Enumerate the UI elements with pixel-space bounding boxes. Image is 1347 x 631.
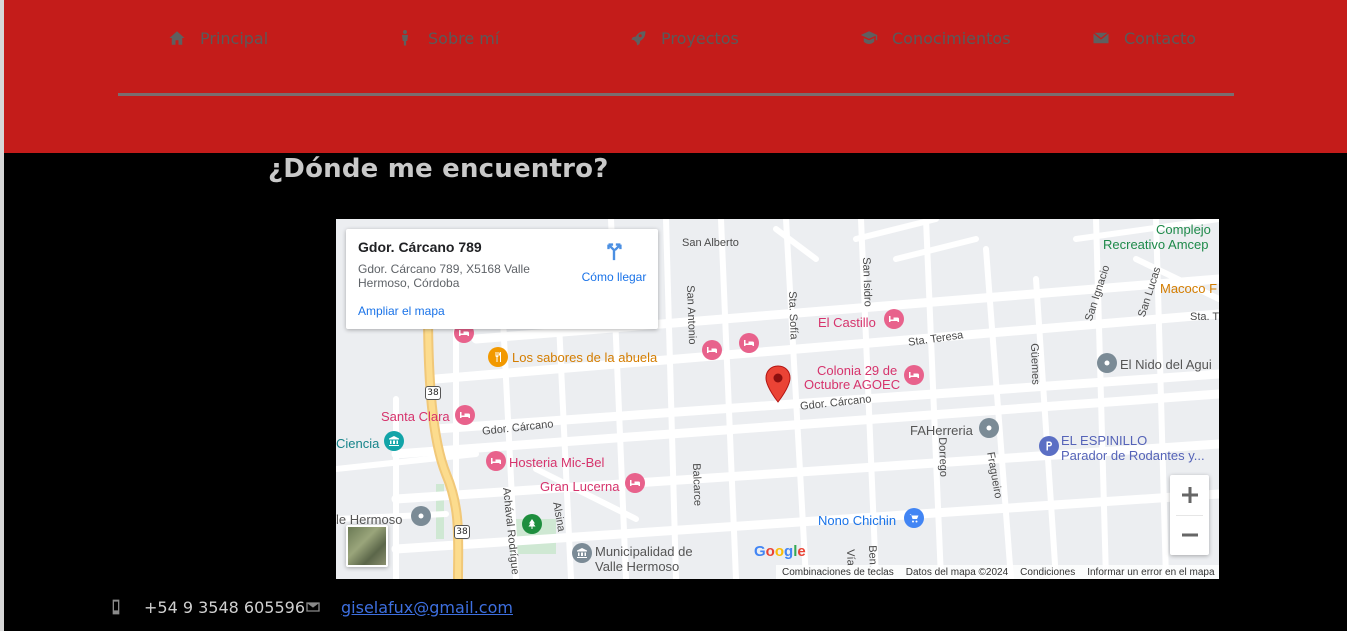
envelope-icon (1093, 32, 1109, 44)
road-label: Dorrego (936, 437, 950, 478)
parking-icon[interactable] (1039, 436, 1059, 456)
road-label: San Isidro (860, 257, 874, 307)
poi-label[interactable]: Los sabores de la abuela (512, 350, 657, 365)
directions-label: Cómo llegar (581, 270, 647, 284)
poi-label[interactable]: EL ESPINILLO (1061, 433, 1147, 448)
google-logo: Google (754, 543, 806, 560)
person-icon (402, 30, 408, 46)
place-info-card: Gdor. Cárcano 789 Gdor. Cárcano 789, X51… (346, 229, 658, 329)
road-label: Güemes (1028, 343, 1042, 385)
place-address: Gdor. Cárcano 789, X5168 Valle Hermoso, … (358, 262, 530, 290)
place-title: Gdor. Cárcano 789 (358, 239, 482, 255)
poi-label[interactable]: Octubre AGOEC (804, 377, 900, 392)
road-label: Vía (844, 549, 857, 566)
satellite-toggle[interactable] (346, 525, 388, 567)
embedded-map[interactable]: San Alberto Sta. Teresa Sta. T Gdor. Cár… (336, 219, 1219, 579)
poi-label[interactable]: El Castillo (818, 315, 876, 330)
nav-item-sobre-mi[interactable]: Sobre mí (396, 22, 499, 54)
road-label: Balcarce (690, 463, 704, 507)
nav-divider (118, 93, 1234, 96)
nav-item-principal[interactable]: Principal (168, 22, 268, 54)
hotel-icon[interactable] (455, 405, 475, 425)
zoom-out-button[interactable] (1170, 515, 1209, 555)
poi-label[interactable]: Macoco F (1160, 281, 1217, 296)
road-label: San Alberto (682, 237, 739, 249)
footer-email: giselafux@gmail.com (305, 596, 513, 618)
poi-label[interactable]: Recreativo Amcep (1103, 237, 1209, 252)
report-error-link[interactable]: Informar un error en el mapa (1081, 567, 1219, 578)
hotel-icon[interactable] (904, 365, 924, 385)
poi-label[interactable]: Municipalidad de (595, 544, 693, 559)
place-pin-icon[interactable] (1097, 353, 1117, 373)
enlarge-map-link[interactable]: Ampliar el mapa (358, 304, 445, 318)
envelope-icon (306, 602, 320, 612)
poi-label[interactable]: Ciencia (336, 436, 379, 451)
nav-item-contacto[interactable]: Contacto (1092, 22, 1196, 54)
nav-label: Sobre mí (428, 28, 500, 48)
main-nav: Principal Sobre mí Proyectos Conocimient… (4, 22, 1347, 54)
route-shield: 38 (454, 525, 470, 539)
poi-label[interactable]: FAHerreria (910, 423, 973, 438)
poi-label[interactable]: Colonia 29 de (817, 363, 897, 378)
nav-item-conocimientos[interactable]: Conocimientos (860, 22, 1011, 54)
nav-label: Contacto (1124, 28, 1197, 48)
poi-label[interactable]: Valle Hermoso (595, 559, 679, 574)
plus-icon (1181, 487, 1198, 503)
nav-label: Proyectos (661, 28, 739, 48)
mobile-phone-icon (112, 599, 120, 615)
phone-number: +54 9 3548 605596 (144, 597, 305, 617)
road-label: Sta. Sofía (786, 291, 800, 340)
road-label: San Antonio (684, 285, 699, 345)
hotel-icon[interactable] (625, 473, 645, 493)
route-shield: 38 (425, 386, 441, 400)
museum-icon[interactable] (384, 431, 404, 451)
nav-item-proyectos[interactable]: Proyectos (629, 22, 739, 54)
map-data-text: Datos del mapa ©2024 (905, 566, 1009, 578)
nav-label: Principal (200, 28, 269, 48)
poi-label[interactable]: Hosteria Mic-Bel (509, 455, 604, 470)
hotel-icon[interactable] (739, 333, 759, 353)
restaurant-icon[interactable] (488, 347, 508, 367)
poi-label[interactable]: Gran Lucerna (540, 479, 620, 494)
poi-label[interactable]: Complejo (1156, 222, 1211, 237)
hotel-icon[interactable] (884, 309, 904, 329)
header: Principal Sobre mí Proyectos Conocimient… (4, 0, 1347, 153)
road-label: Sta. T (1190, 311, 1219, 323)
footer-phone: +54 9 3548 605596 (108, 596, 305, 618)
rocket-icon (631, 31, 646, 46)
hotel-icon[interactable] (702, 340, 722, 360)
hotel-icon[interactable] (486, 451, 506, 471)
directions-button[interactable]: Cómo llegar (574, 239, 654, 284)
place-pin-icon[interactable] (979, 418, 999, 438)
terms-link[interactable]: Condiciones (1014, 567, 1081, 578)
email-link[interactable]: giselafux@gmail.com (341, 598, 513, 617)
park-icon[interactable] (522, 514, 542, 534)
poi-label[interactable]: Parador de Rodantes y... (1061, 448, 1205, 463)
poi-label[interactable]: Santa Clara (381, 409, 450, 424)
zoom-controls (1170, 475, 1209, 555)
map-attribution: Combinaciones de teclas Datos del mapa ©… (776, 565, 1219, 579)
zoom-in-button[interactable] (1170, 475, 1209, 515)
poi-label[interactable]: El Nido del Agui (1120, 357, 1212, 372)
directions-icon (607, 243, 622, 261)
location-pin-icon[interactable] (764, 365, 792, 403)
keyboard-shortcuts-link[interactable]: Combinaciones de teclas (776, 567, 900, 578)
poi-label[interactable]: Nono Chichin (818, 513, 896, 528)
home-icon (169, 31, 185, 45)
government-icon[interactable] (572, 543, 592, 563)
minus-icon (1181, 533, 1198, 537)
graduation-icon (860, 31, 878, 44)
section-title: ¿Dónde me encuentro? (268, 154, 609, 184)
shopping-cart-icon[interactable] (904, 508, 924, 528)
nav-label: Conocimientos (892, 28, 1011, 48)
place-pin-icon[interactable] (411, 506, 431, 526)
